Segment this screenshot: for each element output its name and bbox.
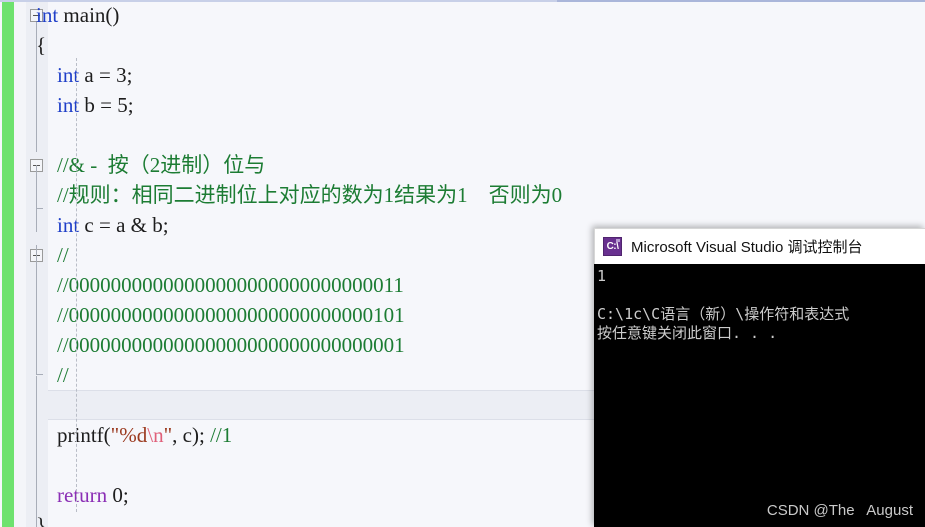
code-token-pl: } [36,513,47,527]
code-token-pl: 0; [107,483,129,507]
current-line-highlight [48,390,633,420]
code-token-pl: , c); [172,423,211,447]
csdn-watermark: CSDN @The August [766,502,913,519]
code-line[interactable]: //00000000000000000000000000000101 [36,300,405,330]
code-line[interactable]: //规则：相同二进制位上对应的数为1结果为1 否则为0 [36,180,562,210]
console-cmd-icon: C:\ [603,237,622,256]
code-line[interactable]: } [36,510,46,527]
code-token-com: //1 [210,423,233,447]
code-line[interactable]: printf("%d\n", c); //1 [36,420,232,450]
code-line[interactable]: //00000000000000000000000000000001 [36,330,405,360]
indent-guide [76,58,77,512]
code-token-com: // [57,363,69,387]
console-output-line: 1 [597,267,607,285]
console-title-label: Microsoft Visual Studio 调试控制台 [631,239,863,256]
code-token-com: //00000000000000000000000000000101 [57,303,405,327]
debug-console-window[interactable]: C:\ Microsoft Visual Studio 调试控制台 1 C:\1c… [594,228,925,527]
console-output-line: 按任意键关闭此窗口. . . [597,324,778,342]
code-token-com: // [57,243,69,267]
code-token-pl: a = 3; [79,63,133,87]
code-token-pl: b = 5; [79,93,134,117]
console-output-line: C:\1c\C语言（新）\操作符和表达式 [597,305,850,323]
code-token-esc: \n [147,423,164,447]
code-line[interactable]: // [36,360,69,390]
code-line[interactable]: return 0; [36,480,129,510]
code-token-str: "%d [110,423,148,447]
code-line[interactable]: int main() [36,0,119,30]
code-token-kw: int [36,3,59,27]
code-token-com: //规则：相同二进制位上对应的数为1结果为1 否则为0 [57,183,563,207]
code-token-kw2: return [57,483,108,507]
code-token-pl: main() [58,3,120,27]
code-token-str: " [163,423,173,447]
code-token-com: //& - 按（2进制）位与 [57,153,266,177]
code-line[interactable]: int c = a & b; [36,210,169,240]
code-token-com: //00000000000000000000000000000001 [57,333,405,357]
code-token-com: //00000000000000000000000000000011 [57,273,404,297]
console-title-bar[interactable]: C:\ Microsoft Visual Studio 调试控制台 [594,228,925,264]
code-line[interactable]: int a = 3; [36,60,132,90]
console-output-area[interactable]: 1 C:\1c\C语言（新）\操作符和表达式 按任意键关闭此窗口. . . [594,264,925,527]
code-token-pl: printf( [36,423,111,447]
code-token-pl: c = a & b; [79,213,169,237]
code-line[interactable]: int b = 5; [36,90,134,120]
code-token-pl: { [36,33,47,57]
code-line[interactable]: //00000000000000000000000000000011 [36,270,404,300]
code-line[interactable]: //& - 按（2进制）位与 [36,150,265,180]
code-line[interactable]: { [36,30,46,60]
code-line[interactable]: // [36,240,69,270]
